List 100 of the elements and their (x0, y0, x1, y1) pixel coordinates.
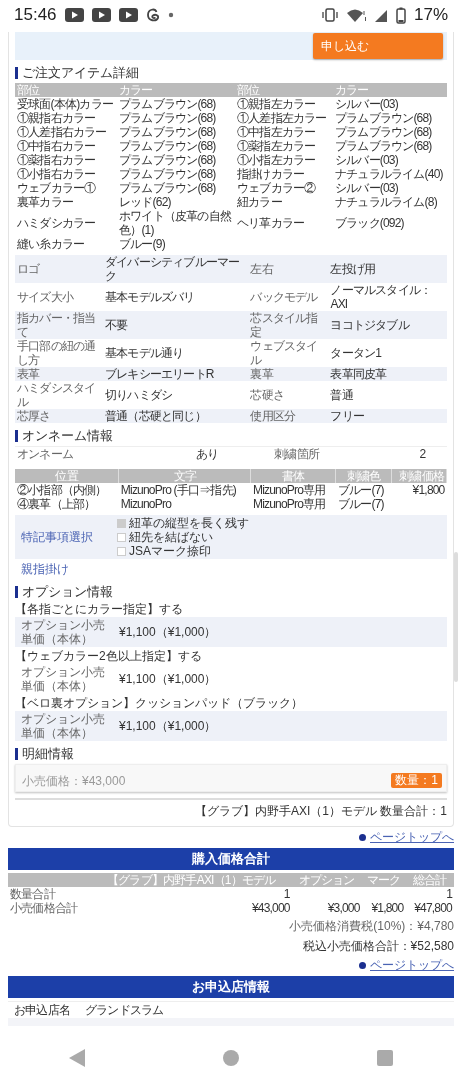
table-cell: 表革 (15, 367, 103, 381)
table-cell-text: ①小指左カラー (236, 153, 317, 167)
table-cell: 普通（芯硬と同じ） (103, 409, 249, 423)
table-cell-text: ④裏革（上部） (16, 497, 97, 511)
table-cell: グランドスラム (83, 1001, 454, 1018)
price-value: ¥1,100（¥1,000） (119, 672, 217, 686)
checkbox[interactable] (117, 546, 126, 556)
table-cell: シルバー(03) (333, 181, 447, 195)
table-cell-text: ¥47,800 (413, 901, 454, 915)
table-cell-text: 裏革カラー (16, 195, 74, 209)
battery-percent: 17% (413, 4, 448, 27)
table-cell: ブラック(092) (333, 209, 447, 237)
table-cell-text: ¥3,000 (326, 901, 361, 915)
table-cell: ブレキシーエリートR (103, 367, 249, 381)
option-name: 【ウェブカラー2色以上指定】する (15, 649, 203, 664)
price-value: ¥1,100（¥1,000） (119, 719, 217, 733)
column-header: 部位 (15, 83, 117, 97)
page-top-link[interactable]: ページトップへ (370, 828, 454, 846)
table-cell-text: ブルー(9) (118, 237, 166, 251)
column-header: オプション (291, 873, 362, 887)
option-name: 【ベロ裏オプション】クッションパッド（ブラック） (15, 696, 304, 711)
bullet-icon (359, 961, 366, 969)
table-cell: 使用区分 (248, 409, 329, 423)
table-cell-text: ①人差指左カラー (236, 111, 328, 125)
column-header: カラー (117, 83, 235, 97)
table-cell: 切りハミダシ (103, 381, 249, 409)
table-cell-text: プラムブラウン(68) (334, 139, 433, 153)
table-cell-text: プラムブラウン(68) (118, 139, 217, 153)
price-value: ¥1,100（¥1,000） (119, 625, 217, 639)
option-name: 【各指ごとにカラー指定】する (15, 602, 184, 617)
table-cell-text: 指掛けカラー (236, 167, 306, 181)
home-icon[interactable] (223, 1050, 239, 1066)
table-cell-text: ①中指右カラー (16, 139, 97, 153)
table-cell: ヨコトジタブル (328, 311, 447, 339)
table-cell: 芯厚さ (15, 409, 103, 423)
table-cell: サイズ大小 (15, 283, 103, 311)
table-cell: 2 (417, 446, 447, 461)
table-cell-text: プラムブラウン(68) (118, 181, 217, 195)
table-cell: 左投げ用 (328, 255, 447, 283)
checkbox[interactable] (117, 532, 126, 542)
total-text: 税込小売価格合計：¥52,580 (301, 938, 454, 955)
vibrate-icon (321, 8, 338, 22)
table-cell: 受球面(本体)カラー (15, 97, 117, 111)
recents-icon[interactable] (377, 1050, 393, 1066)
table-cell: ダイバーシティブルーマーク (103, 255, 249, 283)
checkbox[interactable] (117, 518, 126, 528)
table-cell-text: プラムブラウン(68) (118, 153, 217, 167)
section-marker (15, 67, 18, 79)
table-cell: MizunoPro (118, 497, 251, 511)
column-header: 部位 (235, 83, 333, 97)
table-cell-text: ¥43,000 (250, 901, 291, 915)
column-header: マーク (361, 873, 406, 887)
table-cell-text: プラムブラウン(68) (118, 167, 217, 181)
section-heading: 明細情報 (22, 746, 74, 762)
section-marker (15, 586, 18, 598)
table-cell-text: プラムブラウン(68) (334, 111, 433, 125)
page-top-link[interactable]: ページトップへ (370, 956, 454, 974)
table-cell: バックモデル (248, 283, 329, 311)
table-cell-text: ウェブカラー① (16, 181, 97, 195)
column-header: 文字 (118, 469, 251, 483)
table-cell-text: ホワイト（皮革の自然色）(1) (118, 209, 233, 237)
table-cell: プラムブラウン(68) (117, 97, 235, 111)
table-cell: ハミダシスタイル (15, 381, 103, 409)
table-cell: ブルー(7) (335, 483, 392, 497)
table-cell: フリー (328, 409, 447, 423)
table-cell: あり (193, 446, 273, 461)
video-app-icon (91, 8, 111, 22)
table-cell-text: ヘリ革カラー (236, 215, 306, 232)
table-cell-text: ハミダシカラー (16, 215, 97, 232)
table-cell: 1 (405, 887, 454, 901)
table-cell-text: ①中指左カラー (236, 125, 317, 139)
video-app-icon (64, 8, 84, 22)
table-cell: 刺繍箇所 (272, 446, 418, 461)
section-heading: ご注文アイテム詳細 (22, 65, 139, 81)
column-header: 刺繍価格 (391, 469, 447, 483)
table-cell: シルバー(03) (333, 153, 447, 167)
table-cell: 数量合計 (8, 887, 91, 901)
table-cell-text: MizunoPro専用 (251, 497, 327, 511)
table-cell-text: プラムブラウン(68) (118, 125, 217, 139)
table-cell-text: ①薬指右カラー (16, 153, 97, 167)
table-cell: MizunoPro (手口⇒指先) (118, 483, 251, 497)
table-cell-text: ①薬指左カラー (236, 139, 317, 153)
table-cell: ロゴ (15, 255, 103, 283)
status-time: 15:46 (14, 4, 57, 27)
table-cell: 不要 (103, 311, 249, 339)
note-text: 親指掛け (20, 561, 70, 578)
table-cell: レッド(62) (117, 195, 235, 209)
table-cell-text: ¥1,800 (370, 901, 405, 915)
table-cell: 芯スタイル指定 (248, 311, 329, 339)
checkbox-label: 紐革の縦型を長く残す (129, 516, 249, 530)
table-cell: 表革同皮革 (328, 367, 447, 381)
back-icon[interactable] (69, 1049, 85, 1067)
table-cell-text: プラムブラウン(68) (118, 111, 217, 125)
table-cell: 1 (90, 887, 292, 901)
table-cell-text: ウェブカラー② (236, 181, 317, 195)
video-app-icon (118, 8, 138, 22)
table-cell-text: ①小指右カラー (16, 167, 97, 181)
table-cell-text: ①親指右カラー (16, 111, 97, 125)
section-banner: 購入価格合計 (8, 848, 454, 870)
column-header: 総合計 (405, 873, 454, 887)
